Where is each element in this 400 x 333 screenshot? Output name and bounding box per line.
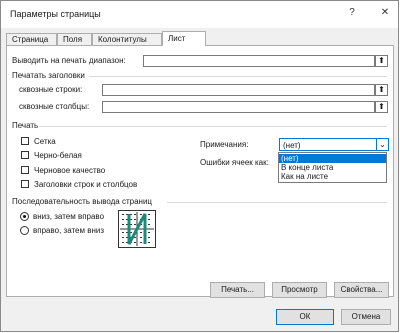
collapse-dialog-icon[interactable]: ⬆ bbox=[375, 84, 388, 96]
gridlines-checkbox[interactable] bbox=[21, 137, 29, 145]
comments-option-none[interactable]: (нет) bbox=[279, 154, 386, 163]
print-area-label: Выводить на печать диапазон: bbox=[12, 56, 126, 65]
over-then-down-label: вправо, затем вниз bbox=[33, 226, 105, 235]
cancel-button[interactable]: Отмена bbox=[341, 309, 391, 325]
rows-to-repeat-label: сквозные строки: bbox=[19, 85, 83, 94]
cols-to-repeat-input[interactable] bbox=[102, 101, 375, 113]
print-titles-group-label: Печатать заголовки bbox=[12, 71, 85, 80]
help-icon[interactable]: ? bbox=[344, 7, 360, 18]
tab-header-footer[interactable]: Колонтитулы bbox=[92, 33, 162, 45]
print-area-input[interactable] bbox=[143, 55, 375, 67]
group-divider bbox=[39, 126, 387, 127]
down-then-over-radio[interactable] bbox=[20, 212, 29, 221]
collapse-dialog-icon[interactable]: ⬆ bbox=[375, 55, 388, 67]
chevron-down-icon[interactable]: ⌄ bbox=[376, 139, 388, 150]
options-button[interactable]: Свойства... bbox=[334, 282, 389, 298]
comments-label: Примечания: bbox=[200, 140, 249, 149]
down-then-over-label: вниз, затем вправо bbox=[33, 212, 105, 221]
tab-sheet[interactable]: Лист bbox=[162, 31, 206, 46]
gridlines-label: Сетка bbox=[34, 137, 56, 146]
page-order-preview-image bbox=[118, 210, 156, 248]
black-and-white-label: Черно-белая bbox=[34, 151, 82, 160]
group-divider bbox=[89, 76, 387, 77]
tab-margins[interactable]: Поля bbox=[57, 33, 92, 45]
collapse-dialog-icon[interactable]: ⬆ bbox=[375, 101, 388, 113]
ok-button[interactable]: ОК bbox=[276, 309, 334, 325]
draft-quality-label: Черновое качество bbox=[34, 166, 106, 175]
cell-errors-label: Ошибки ячеек как: bbox=[200, 158, 269, 167]
close-icon[interactable]: ✕ bbox=[377, 7, 393, 18]
title-bar: Параметры страницы ? ✕ bbox=[1, 1, 398, 28]
page-order-illustration bbox=[120, 212, 154, 246]
tab-page[interactable]: Страница bbox=[6, 33, 57, 45]
over-then-down-radio[interactable] bbox=[20, 226, 29, 235]
cols-to-repeat-label: сквозные столбцы: bbox=[19, 102, 90, 111]
comments-option-end-of-sheet[interactable]: В конце листа bbox=[279, 163, 386, 172]
print-button[interactable]: Печать... bbox=[210, 282, 265, 298]
page-order-group-label: Последовательность вывода страниц bbox=[12, 197, 153, 206]
row-col-headings-label: Заголовки строк и столбцов bbox=[34, 180, 138, 189]
draft-quality-checkbox[interactable] bbox=[21, 166, 29, 174]
group-divider bbox=[167, 202, 387, 203]
black-and-white-checkbox[interactable] bbox=[21, 151, 29, 159]
comments-select[interactable]: (нет) ⌄ bbox=[279, 138, 389, 151]
print-group-label: Печать bbox=[12, 121, 39, 130]
row-col-headings-checkbox[interactable] bbox=[21, 180, 29, 188]
rows-to-repeat-input[interactable] bbox=[102, 84, 375, 96]
comments-select-value: (нет) bbox=[283, 141, 301, 150]
print-preview-button[interactable]: Просмотр bbox=[272, 282, 327, 298]
window-title: Параметры страницы bbox=[10, 9, 101, 19]
page-setup-dialog: Параметры страницы ? ✕ Страница Поля Кол… bbox=[0, 0, 399, 332]
comments-dropdown-list: (нет) В конце листа Как на листе bbox=[278, 152, 387, 183]
comments-option-as-displayed[interactable]: Как на листе bbox=[279, 172, 386, 181]
